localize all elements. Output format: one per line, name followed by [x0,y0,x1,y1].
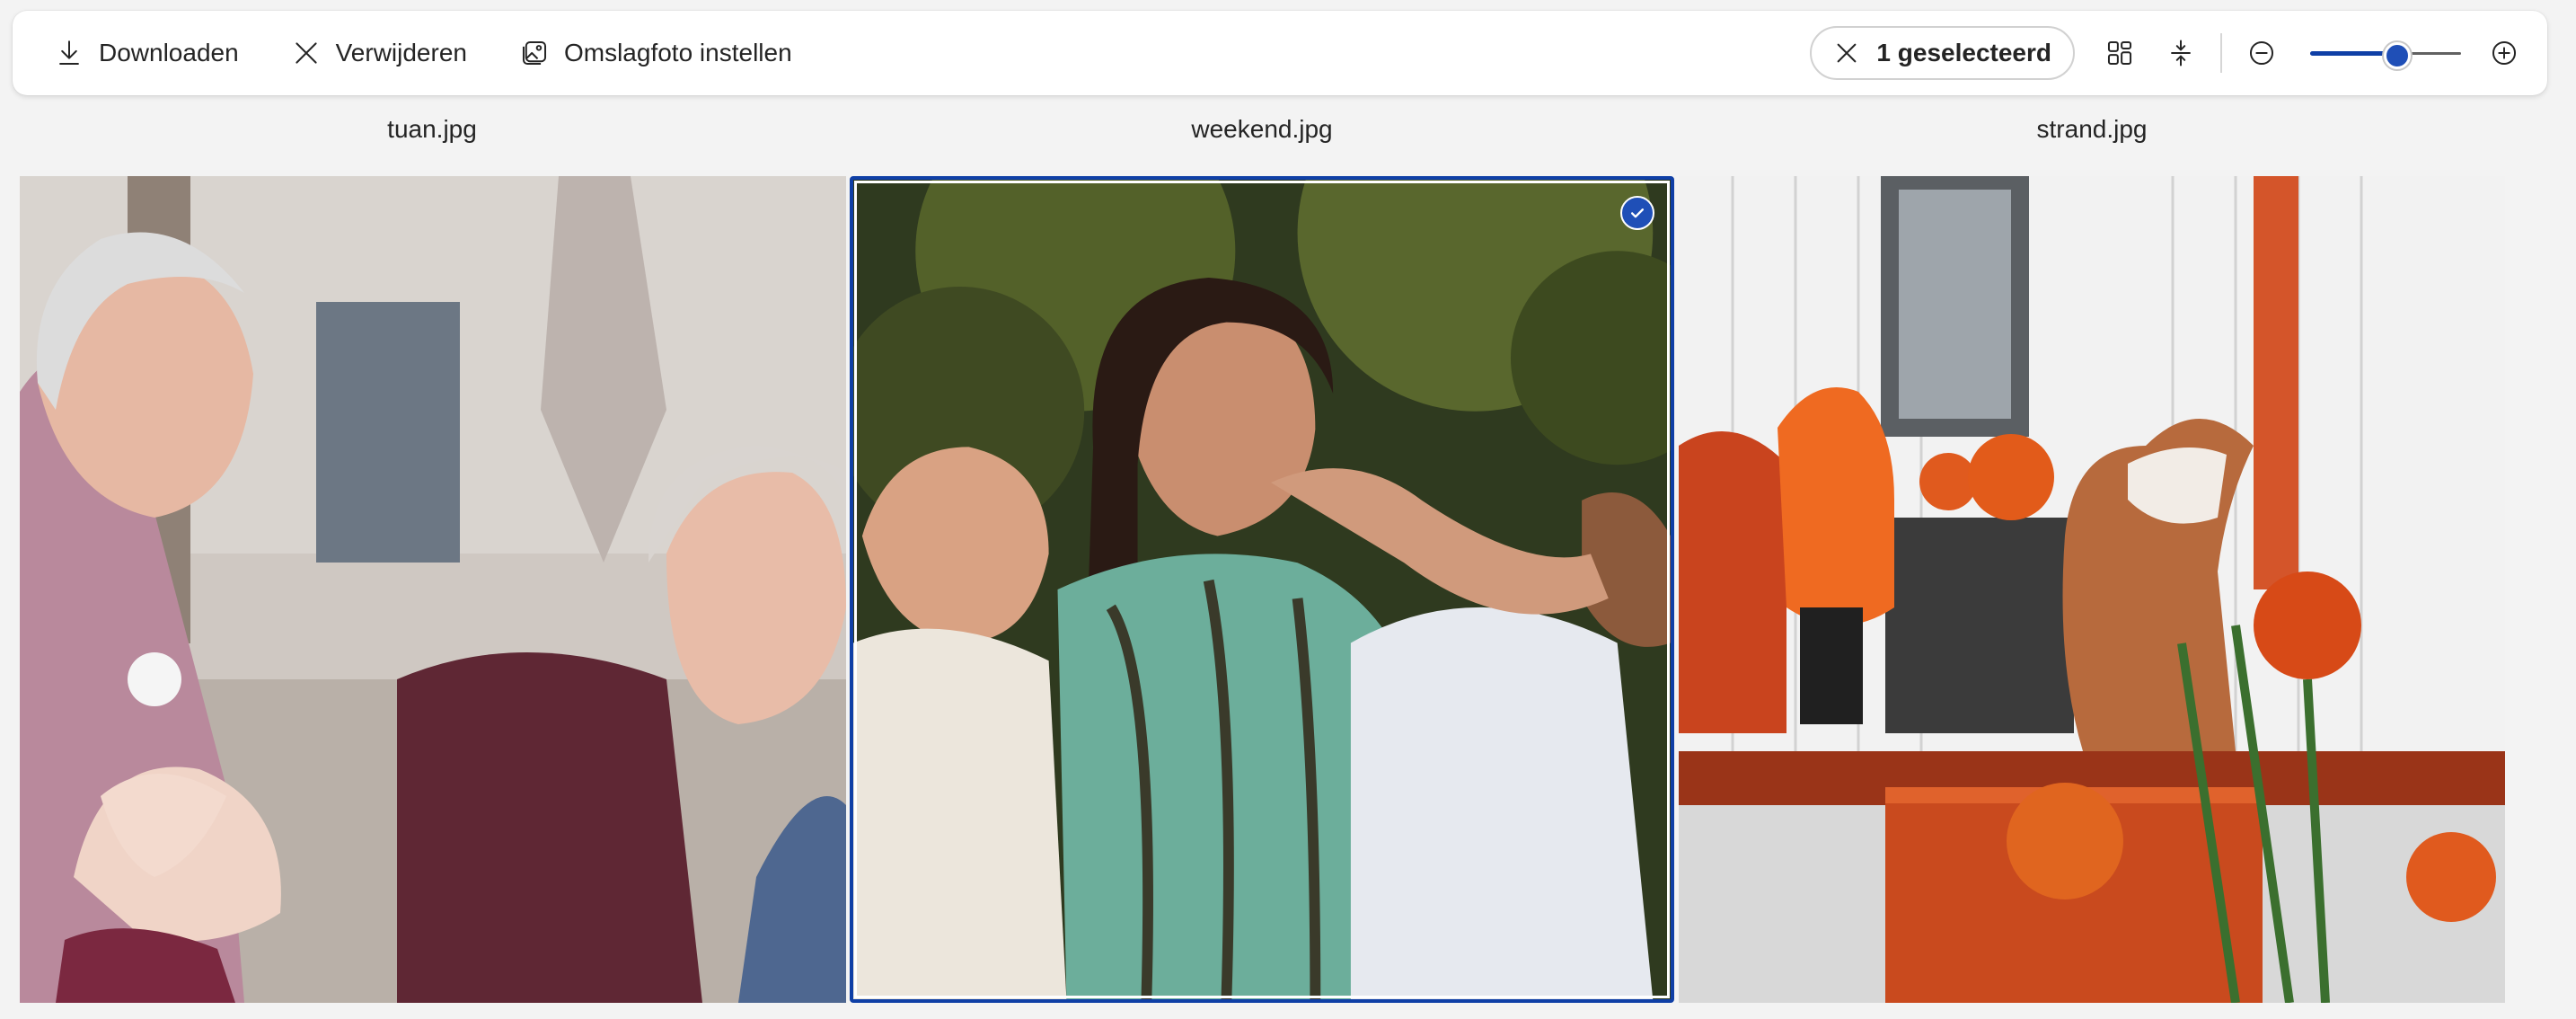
photo-captions: tuan.jpg weekend.jpg strand.jpg [0,115,2576,151]
selected-checkmark[interactable] [1620,196,1654,230]
photo-caption: weekend.jpg [1191,115,1333,143]
family-photo-image [853,180,1671,999]
photo-tile[interactable] [1679,176,2505,1003]
delete-label: Verwijderen [335,39,467,66]
divider [2220,33,2222,73]
download-icon [59,40,79,66]
checkmark-icon [1631,208,1644,218]
view-controls: 1 geselecteerd [1810,26,2535,80]
clear-selection-button[interactable]: 1 geselecteerd [1810,26,2075,80]
fit-height-icon [2171,40,2191,66]
download-button[interactable]: Downloaden [38,26,255,80]
image-icon [522,40,547,66]
zoom-slider-thumb[interactable] [2384,42,2412,69]
zoom-out-icon [2249,40,2274,66]
photo-caption: tuan.jpg [387,115,477,143]
close-icon [1838,43,1857,63]
photo-caption: strand.jpg [2036,115,2148,143]
command-bar: Downloaden Verwijderen Omslagfoto instel… [13,11,2547,95]
porch-photo-image [1679,176,2505,1003]
grid-layout-icon [2107,40,2132,66]
zoom-out-button[interactable] [2235,26,2289,80]
layout-button[interactable] [2093,26,2147,80]
family-photo-image [20,176,846,1003]
zoom-in-button[interactable] [2477,26,2531,80]
set-cover-photo-label: Omslagfoto instellen [563,39,792,66]
set-cover-photo-button[interactable]: Omslagfoto instellen [503,26,808,80]
selection-count: 1 geselecteerd [1876,39,2051,66]
close-icon [296,42,317,64]
delete-button[interactable]: Verwijderen [275,26,483,80]
photo-tile[interactable] [20,176,846,1003]
zoom-in-icon [2492,40,2517,66]
zoom-slider[interactable] [2310,26,2461,80]
photo-tile-selected[interactable] [850,176,1674,1003]
fit-height-button[interactable] [2154,26,2208,80]
action-group: Downloaden Verwijderen Omslagfoto instel… [38,26,808,80]
download-label: Downloaden [99,39,239,66]
